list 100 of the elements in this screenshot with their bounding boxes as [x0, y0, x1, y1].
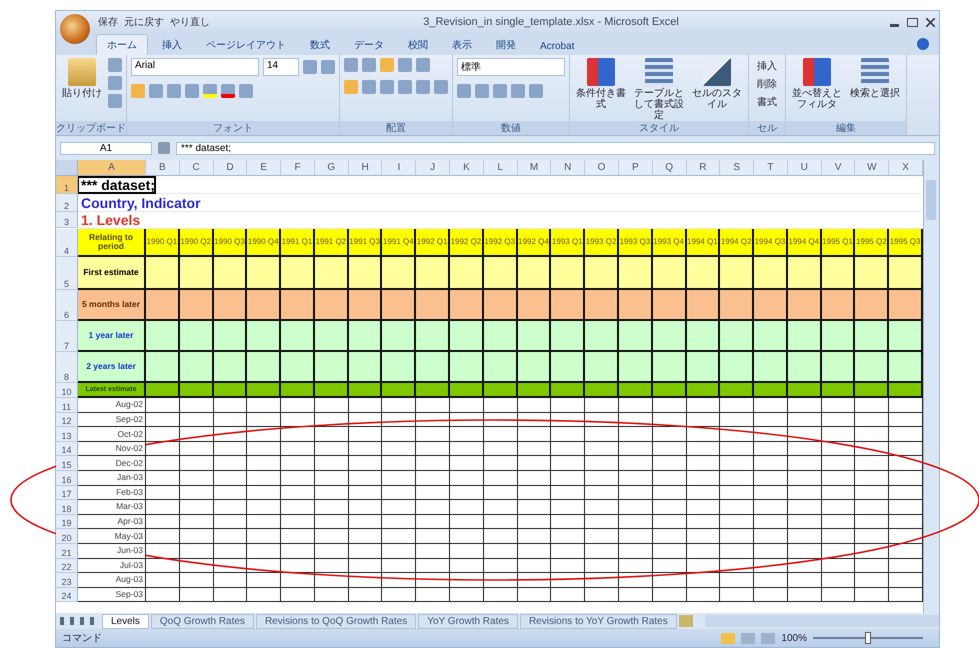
row-header[interactable]: 12 — [56, 412, 78, 428]
minimize-icon[interactable] — [890, 24, 899, 26]
zoom-level[interactable]: 100% — [781, 632, 807, 644]
vertical-scrollbar[interactable] — [923, 160, 939, 613]
column-header[interactable]: U — [788, 160, 822, 176]
sheet-tab[interactable]: YoY Growth Rates — [418, 614, 518, 628]
row-header[interactable]: 23 — [56, 573, 78, 588]
table-cell: 1994 Q4 — [788, 229, 822, 257]
row-header[interactable]: 15 — [56, 456, 78, 471]
column-header[interactable]: A — [78, 160, 146, 176]
quick-access-button[interactable]: 元に戻す — [122, 15, 166, 29]
ribbon-tab[interactable]: ページレイアウト — [196, 35, 296, 55]
font-name-field[interactable]: Arial — [131, 58, 259, 76]
column-header[interactable]: X — [889, 160, 923, 176]
column-header[interactable]: P — [618, 160, 653, 176]
row-header[interactable]: 10 — [56, 383, 78, 398]
ribbon-tab[interactable]: 開発 — [486, 35, 526, 55]
table-cell: Dec-02 — [78, 456, 146, 471]
row-header[interactable]: 19 — [56, 514, 78, 530]
ribbon-button[interactable]: 並べ替えとフィルタ — [790, 58, 844, 110]
row-header[interactable]: 22 — [56, 558, 78, 574]
cell-text: 1. Levels — [80, 212, 140, 228]
formula-field[interactable]: *** dataset; — [176, 142, 935, 154]
column-header[interactable]: F — [281, 160, 315, 176]
column-header[interactable]: Q — [652, 160, 687, 176]
help-icon[interactable] — [917, 38, 929, 50]
sheet-tab[interactable]: Revisions to YoY Growth Rates — [520, 614, 677, 628]
font-size-field[interactable]: 14 — [263, 58, 299, 76]
column-header[interactable]: T — [754, 160, 788, 176]
column-header[interactable]: V — [822, 160, 856, 176]
row-header[interactable]: 18 — [56, 500, 78, 515]
column-header[interactable]: H — [348, 160, 382, 176]
ribbon-button[interactable]: 検索と選択 — [848, 58, 902, 99]
ribbon-button[interactable]: テーブルとして書式設定 — [632, 58, 686, 121]
table-cell: 1994 Q1 — [686, 229, 720, 257]
column-header[interactable]: K — [450, 160, 484, 176]
ribbon-tab[interactable]: 表示 — [442, 35, 482, 55]
column-header[interactable]: B — [146, 160, 180, 176]
cell-button[interactable]: 書式 — [753, 94, 781, 110]
row-header[interactable]: 11 — [56, 398, 78, 413]
select-all-corner[interactable] — [56, 160, 78, 176]
table-cell: 1991 Q1 — [281, 229, 315, 257]
quick-access-button[interactable]: やり直し — [168, 15, 212, 29]
row-header[interactable]: 3 — [56, 212, 78, 228]
row-header[interactable]: 1 — [56, 176, 78, 194]
column-header[interactable]: I — [382, 160, 416, 176]
table-cell: 1995 Q3 — [889, 229, 923, 257]
row-header[interactable]: 6 — [56, 290, 78, 321]
column-header[interactable]: E — [247, 160, 282, 176]
row-header[interactable]: 8 — [56, 352, 78, 383]
row-header[interactable]: 21 — [56, 544, 78, 559]
row-header[interactable]: 13 — [56, 427, 78, 442]
row-header[interactable]: 2 — [56, 194, 78, 212]
sheet-tab[interactable]: QoQ Growth Rates — [150, 614, 254, 628]
cell-text: *** dataset; — [78, 176, 155, 192]
column-header[interactable]: C — [180, 160, 214, 176]
paste-button[interactable]: 貼り付け — [60, 58, 104, 99]
ribbon-tab[interactable]: 挿入 — [152, 35, 192, 55]
maximize-icon[interactable] — [907, 18, 918, 26]
cell-button[interactable]: 削除 — [753, 76, 781, 92]
row-header[interactable]: 20 — [56, 529, 78, 544]
office-button[interactable] — [60, 14, 90, 44]
ribbon-tab[interactable]: ホーム — [96, 34, 148, 55]
table-cell: Jan-03 — [78, 470, 146, 486]
column-header[interactable]: M — [518, 160, 552, 176]
name-box[interactable]: A1 — [60, 142, 152, 154]
row-header[interactable]: 16 — [56, 470, 78, 486]
close-icon[interactable] — [926, 18, 935, 26]
row-header[interactable]: 4 — [56, 229, 78, 257]
column-header[interactable]: R — [686, 160, 720, 176]
table-cell: First estimate — [78, 257, 146, 290]
row-header[interactable]: 24 — [56, 588, 78, 602]
column-header[interactable]: S — [720, 160, 754, 176]
ribbon-tab[interactable]: 数式 — [300, 35, 340, 55]
status-mode: コマンド — [62, 632, 102, 645]
column-header[interactable]: N — [551, 160, 586, 176]
column-header[interactable]: D — [214, 160, 248, 176]
ribbon-tab[interactable]: Acrobat — [530, 38, 584, 55]
row-header[interactable]: 14 — [56, 442, 78, 456]
group-label: 配置 — [340, 121, 452, 135]
column-header[interactable]: W — [855, 160, 890, 176]
cell-button[interactable]: 挿入 — [753, 58, 781, 74]
ribbon-tab[interactable]: 校閲 — [398, 35, 438, 55]
group-label: フォント — [127, 121, 339, 135]
row-header[interactable]: 7 — [56, 321, 78, 352]
column-header[interactable]: L — [484, 160, 518, 176]
ribbon-button[interactable]: 条件付き書式 — [574, 58, 628, 110]
ribbon-button[interactable]: セルのスタイル — [690, 58, 744, 110]
horizontal-scrollbar[interactable] — [704, 615, 939, 627]
row-header[interactable]: 17 — [56, 486, 78, 500]
sheet-tab[interactable]: Revisions to QoQ Growth Rates — [256, 614, 416, 628]
sheet-tab[interactable]: Levels — [102, 614, 149, 628]
quick-access-button[interactable]: 保存 — [96, 15, 120, 29]
row-header[interactable]: 5 — [56, 257, 78, 290]
number-format-field[interactable]: 標準 — [457, 58, 565, 76]
table-cell: 1990 Q1 — [146, 229, 180, 257]
column-header[interactable]: J — [416, 160, 450, 176]
ribbon-tab[interactable]: データ — [344, 35, 394, 55]
column-header[interactable]: G — [314, 160, 349, 176]
column-header[interactable]: O — [585, 160, 619, 176]
